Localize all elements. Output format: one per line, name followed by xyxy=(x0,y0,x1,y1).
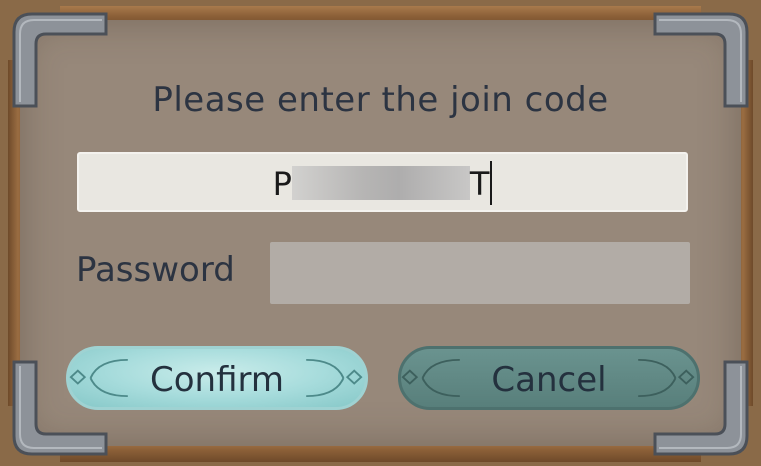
join-code-value: PT xyxy=(79,161,686,205)
join-code-last-char: T xyxy=(469,165,490,203)
dialog-title: Please enter the join code xyxy=(152,80,609,120)
confirm-button[interactable]: Confirm xyxy=(66,346,368,410)
cancel-button[interactable]: Cancel xyxy=(398,346,700,410)
password-label: Password xyxy=(76,250,235,290)
password-input[interactable] xyxy=(270,242,690,304)
join-code-input[interactable]: PT xyxy=(77,152,688,212)
confirm-button-label: Confirm xyxy=(149,360,284,400)
join-code-first-char: P xyxy=(272,165,292,203)
redacted-region xyxy=(291,166,470,200)
cancel-button-label: Cancel xyxy=(491,360,607,400)
text-caret xyxy=(490,161,493,205)
dialog-frame: Please enter the join code PT Password C… xyxy=(0,0,761,466)
